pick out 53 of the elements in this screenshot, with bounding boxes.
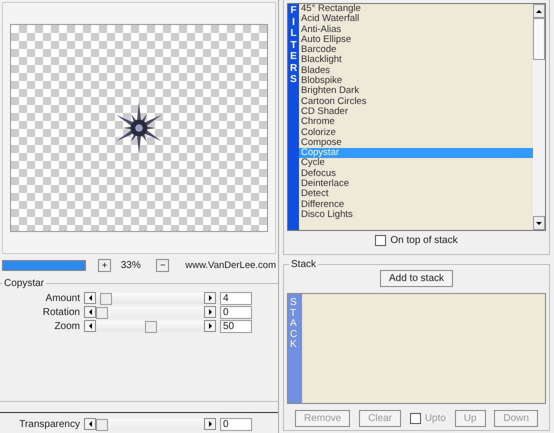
slider-thumb[interactable] [100, 292, 112, 304]
filter-item[interactable]: Difference [299, 200, 533, 210]
filter-item[interactable]: 45° Rectangle [299, 4, 533, 14]
filter-item[interactable]: Blobspike [299, 76, 533, 86]
filter-item[interactable]: Brighten Dark [299, 86, 533, 97]
checkbox[interactable] [375, 235, 386, 246]
left-arrow-button[interactable] [84, 292, 96, 304]
group-title: Copystar [3, 278, 46, 289]
website-link[interactable]: www.VanDerLee.com [185, 260, 276, 270]
filter-item[interactable]: Blacklight [299, 55, 533, 66]
filter-item[interactable]: Anti-Alias [299, 24, 533, 35]
slider-label: Transparency [18, 418, 81, 430]
value-field[interactable]: 0 [220, 306, 252, 318]
filter-item[interactable]: Cycle [299, 158, 533, 169]
value-field[interactable]: 4 [220, 292, 252, 304]
slider-label: Amount [44, 292, 81, 304]
zoom-value: 33% [120, 260, 142, 270]
right-arrow-button[interactable] [204, 320, 216, 332]
slider-label: Rotation [42, 306, 81, 318]
filter-item[interactable]: Acid Waterfall [299, 14, 533, 25]
slider-thumb[interactable] [96, 306, 108, 318]
group-title: Stack [290, 259, 318, 270]
right-arrow-button[interactable] [204, 418, 216, 430]
add-to-stack-button[interactable]: Add to stack [380, 270, 454, 287]
checkbox-label: On top of stack [390, 235, 458, 246]
filter-item[interactable]: Barcode [299, 45, 533, 56]
zoom-in-button[interactable]: + [98, 258, 112, 272]
filter-item[interactable]: Colorize [299, 128, 533, 138]
left-arrow-button[interactable] [84, 320, 96, 332]
slider-thumb[interactable] [144, 320, 157, 332]
stack-strip: STACK [288, 294, 302, 403]
zoom-out-button[interactable]: − [156, 258, 170, 272]
filter-item[interactable]: Auto Ellipse [299, 34, 533, 46]
right-arrow-button[interactable] [204, 292, 216, 304]
filter-item[interactable]: Blades [299, 66, 533, 76]
filters-strip: FILTERS [288, 4, 299, 230]
filter-item[interactable]: Disco Lights [299, 210, 533, 220]
filter-item[interactable]: Cartoon Circles [299, 96, 533, 107]
scrollbar[interactable] [533, 4, 545, 230]
right-arrow-button[interactable] [204, 306, 216, 318]
left-arrow-button[interactable] [84, 418, 96, 430]
value-field[interactable]: 50 [220, 320, 252, 332]
left-arrow-button[interactable] [84, 306, 96, 318]
filter-item[interactable]: Deinterlace [299, 179, 533, 190]
filter-item[interactable]: Chrome [299, 117, 533, 128]
filter-item[interactable]: CD Shader [299, 106, 533, 118]
filter-item[interactable]: Compose [299, 138, 533, 148]
slider-label: Zoom [53, 320, 81, 332]
value-field[interactable]: 0 [220, 418, 252, 430]
slider-thumb[interactable] [96, 418, 108, 430]
checkbox-label: Upto [424, 413, 446, 424]
filter-item[interactable]: Defocus [299, 168, 533, 180]
filter-item[interactable]: Detect [299, 189, 533, 200]
